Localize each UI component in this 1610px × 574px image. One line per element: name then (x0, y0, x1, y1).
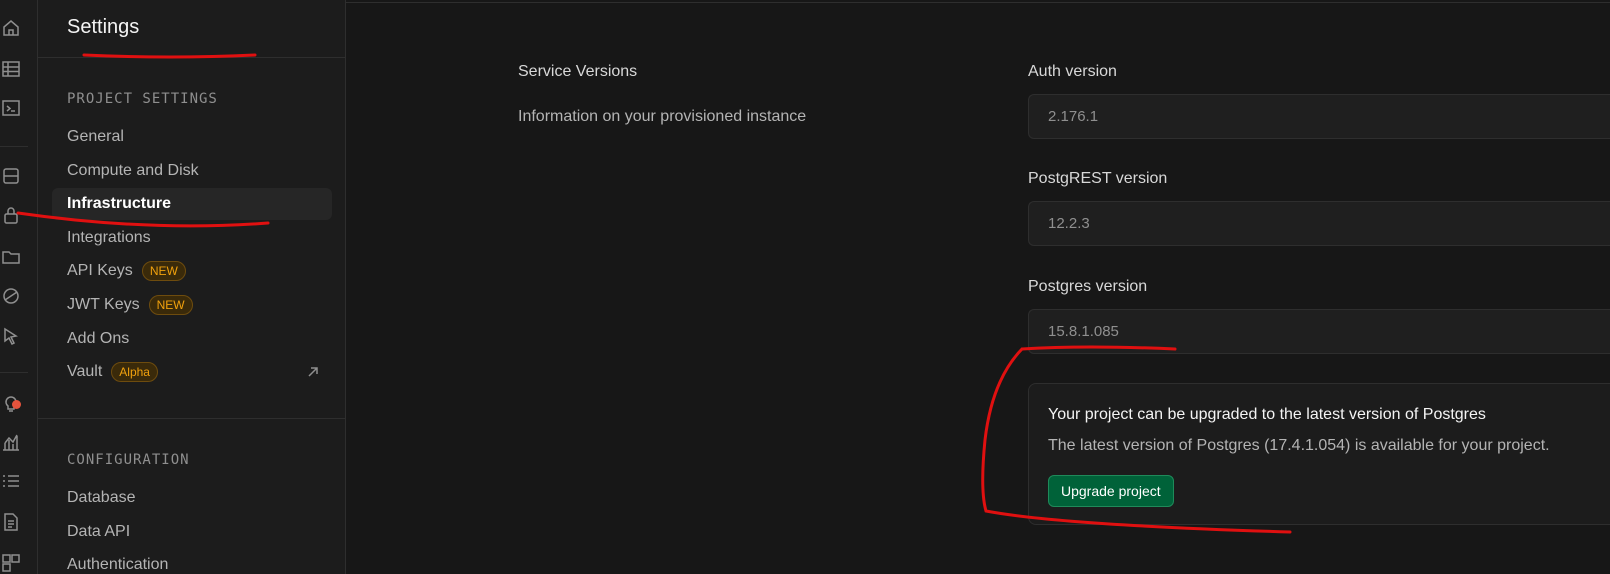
nav-item-data-api[interactable]: Data API (52, 516, 332, 548)
upgrade-alert: Your project can be upgraded to the late… (1028, 383, 1610, 525)
home-icon[interactable] (0, 17, 22, 39)
nav-item-label: Compute and Disk (67, 162, 199, 179)
nav-item-label: General (67, 128, 124, 145)
nav-item-label: Vault (67, 363, 103, 380)
icon-rail (0, 0, 38, 574)
postgrest-version-value: 12.2.3 (1048, 215, 1090, 232)
edge-functions-icon[interactable] (0, 285, 22, 307)
sql-editor-icon[interactable] (0, 97, 22, 119)
nav-item-general[interactable]: General (52, 121, 332, 153)
auth-version-field[interactable]: 2.176.1 (1028, 94, 1610, 139)
project-settings-label: PROJECT SETTINGS (67, 91, 218, 107)
rail-divider (0, 372, 28, 373)
logs-icon[interactable] (0, 470, 22, 492)
auth-version-value: 2.176.1 (1048, 108, 1099, 125)
service-versions-title: Service Versions (518, 63, 638, 80)
nav-item-integrations[interactable]: Integrations (52, 222, 332, 254)
nav-item-label: Authentication (67, 556, 169, 573)
reports-icon[interactable] (0, 431, 22, 453)
auth-icon[interactable] (0, 204, 22, 226)
alert-title: Your project can be upgraded to the late… (1048, 406, 1486, 423)
alert-body: The latest version of Postgres (17.4.1.0… (1048, 437, 1550, 454)
app-window: Settings PROJECT SETTINGS General Comput… (0, 0, 1610, 574)
alpha-badge: Alpha (111, 362, 158, 382)
postgres-version-label: Postgres version (1028, 278, 1148, 295)
postgrest-version-label: PostgREST version (1028, 170, 1168, 187)
external-link-icon (306, 365, 320, 379)
nav-item-jwt-keys[interactable]: JWT Keys NEW (52, 289, 332, 321)
nav-item-authentication[interactable]: Authentication (52, 549, 332, 574)
realtime-icon[interactable] (0, 325, 22, 347)
notification-dot (12, 400, 21, 409)
settings-sidebar: Settings PROJECT SETTINGS General Comput… (38, 0, 346, 574)
nav-item-label: Add Ons (67, 330, 130, 347)
nav-item-api-keys[interactable]: API Keys NEW (52, 255, 332, 287)
nav-item-compute-and-disk[interactable]: Compute and Disk (52, 155, 332, 187)
nav-item-label: Data API (67, 523, 131, 540)
nav-item-infrastructure[interactable]: Infrastructure (52, 188, 332, 220)
upgrade-project-button[interactable]: Upgrade project (1048, 475, 1174, 507)
new-badge: NEW (141, 261, 186, 281)
docs-icon[interactable] (0, 511, 22, 533)
nav-item-vault[interactable]: Vault Alpha (52, 356, 332, 388)
header-divider (346, 2, 1610, 3)
sidebar-title: Settings (67, 16, 140, 38)
nav-item-label: API Keys (67, 262, 133, 279)
service-versions-description: Information on your provisioned instance (518, 108, 807, 125)
rail-divider (0, 146, 28, 147)
nav-item-label: Infrastructure (67, 195, 172, 212)
main-content: Service Versions Information on your pro… (346, 0, 1610, 574)
nav-item-database[interactable]: Database (52, 482, 332, 514)
nav-item-label: Database (67, 489, 136, 506)
storage-icon[interactable] (0, 246, 22, 268)
configuration-label: CONFIGURATION (67, 452, 190, 468)
postgrest-version-field[interactable]: 12.2.3 (1028, 201, 1610, 246)
sidebar-header: Settings (38, 0, 346, 58)
database-icon[interactable] (0, 165, 22, 187)
nav-item-label: JWT Keys (67, 296, 140, 313)
nav-item-label: Integrations (67, 229, 151, 246)
postgres-version-field[interactable]: 15.8.1.085 (1028, 309, 1610, 354)
table-editor-icon[interactable] (0, 58, 22, 80)
postgres-version-value: 15.8.1.085 (1048, 323, 1119, 340)
sidebar-divider (38, 418, 346, 419)
new-badge: NEW (148, 295, 193, 315)
auth-version-label: Auth version (1028, 63, 1117, 80)
nav-item-add-ons[interactable]: Add Ons (52, 323, 332, 355)
integrations-icon[interactable] (0, 552, 22, 574)
